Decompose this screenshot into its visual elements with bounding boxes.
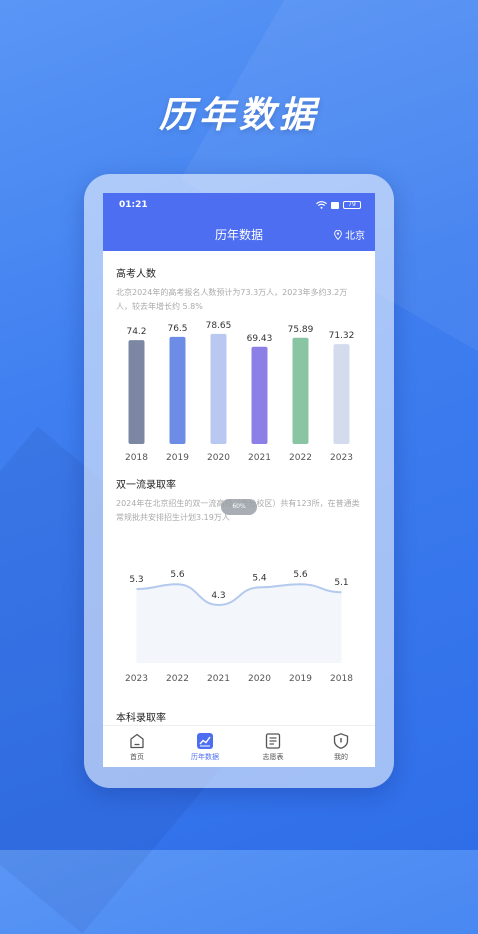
location-label: 北京 bbox=[345, 231, 365, 242]
section-title-double-first: 双一流录取率 bbox=[116, 480, 176, 491]
x-tick-label: 2020 bbox=[248, 674, 271, 684]
double-first-area-chart: 5.3 2023 5.6 2022 4.3 2021 5.4 2020 5.6 2019 5.1 20… bbox=[116, 529, 362, 699]
chart-bar bbox=[169, 336, 186, 444]
nav-bar: 历年数据 北京 bbox=[103, 217, 375, 251]
tab-volunteer-form[interactable]: 志愿表 bbox=[248, 732, 298, 762]
x-tick-label: 2023 bbox=[125, 674, 148, 684]
point-value-label: 5.6 bbox=[170, 570, 185, 580]
wifi-icon bbox=[316, 201, 327, 209]
bar-value-label: 69.43 bbox=[247, 334, 273, 344]
section-desc-exam-count: 北京2024年的高考报名人数预计为73.3万人，2023年多约3.2万人，较去年… bbox=[116, 288, 348, 311]
list-icon bbox=[265, 732, 281, 749]
x-tick-label: 2019 bbox=[289, 674, 312, 684]
x-tick-label: 2018 bbox=[125, 453, 148, 463]
home-icon bbox=[130, 733, 144, 748]
tab-mine[interactable]: 我的 bbox=[316, 732, 366, 762]
battery-icon: 79 bbox=[343, 201, 361, 209]
tab-history-data[interactable]: 历年数据 bbox=[180, 732, 230, 762]
chart-bar bbox=[251, 346, 268, 444]
status-time: 01:21 bbox=[119, 200, 148, 210]
x-tick-label: 2022 bbox=[166, 674, 189, 684]
x-tick-label: 2022 bbox=[289, 453, 312, 463]
shield-icon bbox=[333, 732, 349, 749]
location-pin-icon bbox=[334, 229, 342, 240]
area-chart-svg: 5.3 2023 5.6 2022 4.3 2021 5.4 2020 5.6 2019 5.1 20… bbox=[125, 570, 353, 684]
bar-value-label: 75.89 bbox=[288, 325, 314, 335]
bar-chart-svg: 74.2 2018 76.5 2019 78.65 2020 69.43 2021 75.89 2… bbox=[125, 321, 355, 463]
hero-title: 历年数据 bbox=[158, 95, 319, 136]
x-tick-label: 2021 bbox=[207, 674, 230, 684]
page-title: 历年数据 bbox=[214, 227, 263, 242]
x-tick-label: 2023 bbox=[330, 453, 353, 463]
x-tick-label: 2018 bbox=[330, 674, 353, 684]
point-value-label: 5.6 bbox=[293, 570, 308, 580]
point-value-label: 5.1 bbox=[334, 578, 348, 588]
bar-value-label: 71.32 bbox=[329, 331, 355, 341]
tab-home[interactable]: 首页 bbox=[112, 732, 162, 762]
bar-value-label: 74.2 bbox=[126, 327, 146, 337]
point-value-label: 4.3 bbox=[211, 591, 225, 601]
x-tick-label: 2019 bbox=[166, 453, 189, 463]
app-screen: 01:21 79 历年数据 北京 高考人数 北京2024年的高考报名人数预计为7… bbox=[103, 193, 375, 767]
tab-bar: 首页 历年数据 志愿表 我的 bbox=[103, 725, 375, 767]
tab-label: 历年数据 bbox=[191, 752, 219, 761]
x-tick-label: 2021 bbox=[248, 453, 271, 463]
chart-bar bbox=[128, 340, 145, 444]
scroll-indicator: 60% bbox=[221, 499, 257, 515]
exam-count-bar-chart: 74.2 2018 76.5 2019 78.65 2020 69.43 2021 75.89 2… bbox=[116, 318, 362, 468]
bar-value-label: 78.65 bbox=[206, 321, 232, 331]
point-value-label: 5.4 bbox=[252, 573, 267, 583]
chart-bar bbox=[210, 333, 227, 444]
point-value-label: 5.3 bbox=[129, 575, 143, 585]
sim-icon bbox=[331, 201, 339, 209]
content-area: 高考人数 北京2024年的高考报名人数预计为73.3万人，2023年多约3.2万… bbox=[103, 265, 375, 699]
section-title-undergrad: 本科录取率 bbox=[116, 713, 166, 724]
x-tick-label: 2020 bbox=[207, 453, 230, 463]
chart-icon bbox=[197, 732, 213, 749]
location-selector[interactable]: 北京 bbox=[334, 227, 365, 242]
section-title-exam-count: 高考人数 bbox=[116, 269, 156, 280]
status-bar: 01:21 79 bbox=[103, 193, 375, 217]
chart-bar bbox=[333, 344, 350, 444]
chart-bar bbox=[292, 337, 309, 444]
tab-label: 我的 bbox=[334, 752, 348, 761]
tab-label: 志愿表 bbox=[262, 752, 284, 761]
tab-label: 首页 bbox=[130, 752, 144, 761]
bar-value-label: 76.5 bbox=[167, 324, 187, 334]
